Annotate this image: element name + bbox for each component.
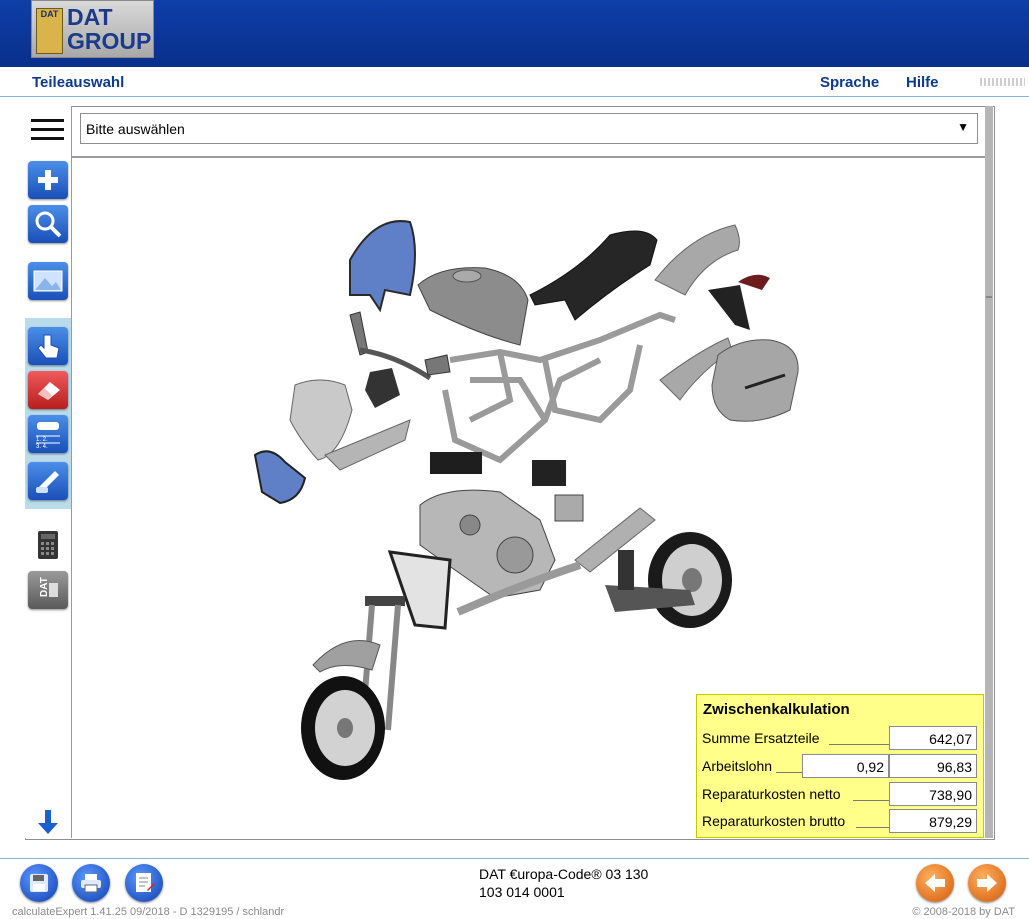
help-link[interactable]: Hilfe: [906, 74, 939, 91]
add-button[interactable]: [28, 161, 68, 199]
sidebar: 1. 2. 3. 4. DAT: [25, 106, 72, 838]
headlight-cover-part[interactable]: [253, 450, 307, 505]
interim-calculation-panel: Zwischenkalkulation Summe Ersatzteile 64…: [696, 694, 984, 838]
rear-wheel-part[interactable]: [605, 532, 732, 628]
calc-title: Zwischenkalkulation: [703, 701, 850, 718]
search-icon: [35, 211, 62, 238]
calc-value: 738,90: [889, 782, 977, 806]
europa-code-line2: 103 014 0001: [479, 884, 565, 900]
calc-row-gross: Reparaturkosten brutto 879,29: [701, 809, 977, 833]
handlebar-part[interactable]: [349, 311, 451, 381]
calc-labor-factor: 0,92: [802, 754, 889, 778]
resize-handle[interactable]: [980, 78, 1025, 86]
dat-badge: DAT: [36, 8, 63, 54]
save-icon: [30, 874, 48, 892]
hand-pointer-icon: [37, 334, 60, 359]
page-title: Teileauswahl: [32, 74, 125, 91]
add-icon: [38, 170, 58, 190]
svg-text:1. 2.: 1. 2.: [36, 437, 48, 443]
image-icon: [33, 270, 63, 292]
repair-button[interactable]: [28, 462, 68, 500]
app-header: DAT DAT GROUP: [0, 0, 1029, 67]
rear-light-part[interactable]: [708, 274, 770, 330]
calc-label: Arbeitslohn: [702, 758, 773, 774]
front-wheel-part[interactable]: [301, 676, 385, 780]
save-button[interactable]: [20, 864, 58, 902]
calc-label: Summe Ersatzteile: [702, 730, 820, 746]
erase-button[interactable]: [28, 371, 68, 409]
chevron-down-icon: ▼: [957, 120, 969, 134]
car-repair-icon: [36, 471, 59, 493]
image-button[interactable]: [28, 262, 68, 300]
nav-bar: Teileauswahl Sprache Hilfe: [0, 68, 1029, 97]
arrow-down-icon: [38, 810, 58, 834]
vehicle-list-button[interactable]: 1. 2. 3. 4.: [28, 415, 68, 453]
arrow-left-icon: [925, 874, 945, 892]
calc-label: Reparaturkosten netto: [702, 786, 841, 802]
back-button[interactable]: [916, 864, 954, 902]
seat-part[interactable]: [529, 230, 658, 321]
vertical-scrollbar[interactable]: [985, 106, 993, 838]
calc-value: 642,07: [889, 726, 977, 750]
arrow-right-icon: [977, 874, 997, 892]
search-button[interactable]: [28, 205, 68, 243]
europa-code: DAT €uropa-Code® 03 130 103 014 0001: [479, 865, 648, 901]
forward-button[interactable]: [968, 864, 1006, 902]
calc-label: Reparaturkosten brutto: [702, 813, 846, 829]
paint-button[interactable]: DAT: [28, 571, 68, 609]
logo-text: DAT GROUP: [67, 4, 152, 54]
svg-text:3. 4.: 3. 4.: [36, 444, 48, 449]
tail-section-part[interactable]: [654, 224, 740, 296]
calc-value: 96,83: [889, 754, 977, 778]
scroll-down-button[interactable]: [28, 803, 68, 841]
europa-code-line1: DAT €uropa-Code® 03 130: [479, 866, 649, 882]
calc-row-parts: Summe Ersatzteile 642,07: [701, 726, 977, 750]
edit-document-button[interactable]: [125, 864, 163, 902]
language-link[interactable]: Sprache: [820, 74, 879, 91]
dat-paint-icon: DAT: [39, 577, 58, 597]
dat-group-logo: DAT DAT GROUP: [31, 0, 154, 58]
calculator-icon: [38, 531, 58, 559]
print-icon: [81, 874, 101, 893]
footer-divider: [0, 858, 1029, 859]
edit-document-icon: [136, 873, 155, 892]
copyright: © 2008-2018 by DAT: [912, 906, 1015, 918]
frame-part[interactable]: [442, 311, 676, 464]
fuel-tank-part[interactable]: [417, 267, 529, 346]
calc-row-labor: Arbeitslohn 0,92 96,83: [701, 754, 977, 778]
select-part-button[interactable]: [28, 327, 68, 365]
select-value: Bitte auswählen: [86, 121, 185, 137]
pannier-part[interactable]: [711, 339, 799, 422]
calc-row-net: Reparaturkosten netto 738,90: [701, 782, 977, 806]
part-group-select[interactable]: Bitte auswählen ▼: [80, 113, 978, 144]
car-list-icon: 1. 2.3. 4.: [36, 422, 60, 449]
menu-icon[interactable]: [31, 119, 64, 143]
calculator-button[interactable]: [28, 526, 68, 564]
windshield-part[interactable]: [349, 220, 416, 313]
calc-value: 879,29: [889, 809, 977, 833]
svg-text:DAT: DAT: [39, 577, 50, 597]
eraser-icon: [38, 382, 60, 400]
version-info: calculateExpert 1.41.25 09/2018 - D 1329…: [12, 906, 285, 918]
print-button[interactable]: [72, 864, 110, 902]
